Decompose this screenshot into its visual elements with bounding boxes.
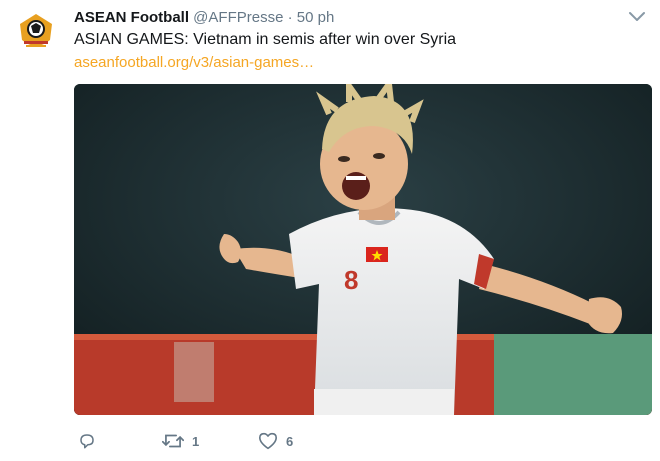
chevron-down-icon[interactable] [628,10,646,24]
retweet-button[interactable]: 1 [162,428,199,454]
tweet-photo[interactable]: 8 [74,84,652,415]
aff-logo-icon [14,10,58,54]
heart-icon [259,432,277,450]
separator-dot: · [287,9,293,26]
tweet-text: ASIAN GAMES: Vietnam in semis after win … [74,31,457,48]
retweet-icon [162,434,184,448]
reply-icon [80,434,94,449]
author-avatar[interactable] [14,10,58,54]
author-handle[interactable]: @AFFPresse [193,9,283,26]
like-count: 6 [286,433,294,449]
celebrating-player-image: 8 [74,84,652,415]
tweet-link[interactable]: aseanfootball.org/v3/asian-games… [74,53,314,73]
tweet-header: ASEAN Football @AFFPresse · 50 ph [74,8,640,30]
like-button[interactable]: 6 [258,428,293,454]
tweet-timestamp[interactable]: 50 ph [297,9,335,26]
reply-button[interactable] [78,428,104,454]
author-name[interactable]: ASEAN Football [74,9,189,26]
retweet-count: 1 [192,433,200,449]
jersey-number: 8 [344,265,358,295]
